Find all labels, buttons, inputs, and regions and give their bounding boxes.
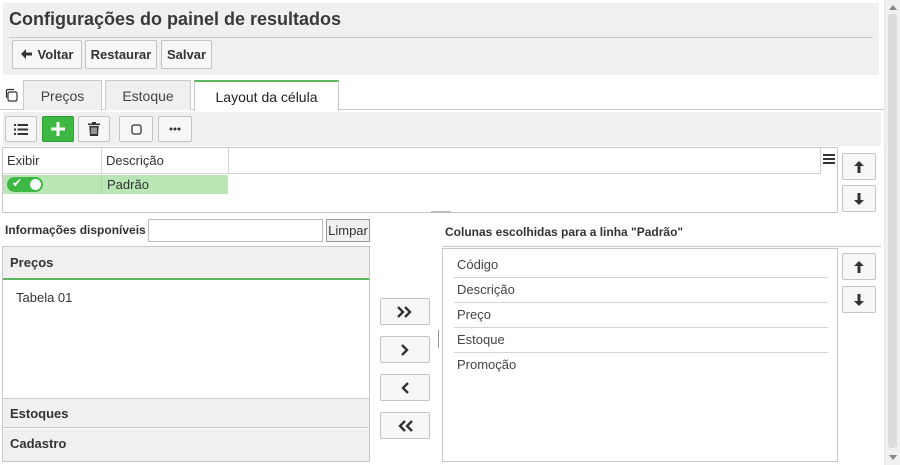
list-icon xyxy=(14,123,28,135)
filter-input[interactable] xyxy=(148,219,323,242)
arrow-down-icon xyxy=(854,293,864,306)
more-button[interactable] xyxy=(158,116,192,142)
copy-icon[interactable] xyxy=(4,88,18,102)
header-divider xyxy=(9,37,873,38)
column-move-up-button[interactable] xyxy=(842,253,876,280)
arrow-left-icon xyxy=(20,47,32,62)
scroll-down-arrow-icon[interactable] xyxy=(889,455,897,460)
row-description: Padrão xyxy=(107,177,149,192)
move-all-right-button[interactable] xyxy=(380,298,430,325)
tab-layout-celula[interactable]: Layout da célula xyxy=(194,80,339,111)
column-move-down-button[interactable] xyxy=(842,286,876,313)
section-header-cadastro[interactable]: Cadastro xyxy=(3,429,369,461)
chosen-columns-list: Código Descrição Preço Estoque Promoção xyxy=(442,248,838,462)
toggle-knob xyxy=(30,179,41,190)
list-item-tabela-01[interactable]: Tabela 01 xyxy=(16,290,72,305)
square-icon xyxy=(130,123,142,135)
clear-button[interactable]: Limpar xyxy=(326,219,370,242)
double-chevron-left-icon xyxy=(398,419,413,432)
page-scrollbar[interactable] xyxy=(884,0,900,465)
move-all-left-button[interactable] xyxy=(380,412,430,439)
double-chevron-right-icon xyxy=(397,305,412,318)
text-cursor-line xyxy=(438,330,439,348)
chevron-left-icon xyxy=(401,381,409,394)
list-item[interactable]: Estoque xyxy=(454,328,828,353)
chevron-right-icon xyxy=(401,343,409,356)
chosen-columns-label: Colunas escolhidas para a linha "Padrão" xyxy=(445,225,684,239)
column-header-descricao[interactable]: Descrição xyxy=(102,148,229,174)
duplicate-button[interactable] xyxy=(119,116,153,142)
back-button-label: Voltar xyxy=(37,47,74,62)
row-move-up-button[interactable] xyxy=(842,153,876,180)
section-header-estoques[interactable]: Estoques xyxy=(3,399,369,428)
grid-resize-handle[interactable] xyxy=(431,211,451,213)
arrow-down-icon xyxy=(854,192,864,205)
trash-icon xyxy=(88,122,100,136)
column-header-empty xyxy=(229,148,821,174)
back-button[interactable]: Voltar xyxy=(12,40,82,69)
save-button[interactable]: Salvar xyxy=(161,40,212,69)
page-title: Configurações do painel de resultados xyxy=(9,9,342,29)
section-header-precos[interactable]: Preços xyxy=(3,247,369,280)
column-header-exibir[interactable]: Exibir xyxy=(3,148,102,174)
tab-precos[interactable]: Preços xyxy=(23,80,102,110)
delete-button[interactable] xyxy=(78,116,110,142)
list-item[interactable]: Preço xyxy=(454,303,828,328)
list-item[interactable]: Código xyxy=(454,253,828,278)
more-icon xyxy=(169,127,181,131)
move-right-button[interactable] xyxy=(380,336,430,363)
list-item[interactable]: Promoção xyxy=(454,353,828,378)
row-move-down-button[interactable] xyxy=(842,185,876,212)
move-left-button[interactable] xyxy=(380,374,430,401)
row-column-separator xyxy=(101,175,102,194)
chosen-columns-divider xyxy=(442,246,881,247)
tab-estoque[interactable]: Estoque xyxy=(105,80,191,110)
scroll-up-arrow-icon[interactable] xyxy=(889,5,897,10)
arrow-up-icon xyxy=(854,260,864,273)
show-toggle[interactable]: ✔ xyxy=(7,176,43,192)
layout-grid: Exibir Descrição ✔ Padrão xyxy=(2,147,838,213)
restore-button[interactable]: Restaurar xyxy=(85,40,157,69)
list-button[interactable] xyxy=(5,116,37,142)
add-button[interactable] xyxy=(42,116,74,142)
available-info-label: Informações disponíveis xyxy=(5,223,146,237)
column-menu-icon[interactable] xyxy=(823,154,835,164)
list-item[interactable]: Descrição xyxy=(454,278,828,303)
check-icon: ✔ xyxy=(12,176,23,190)
scrollbar-thumb[interactable] xyxy=(888,14,897,448)
arrow-up-icon xyxy=(854,160,864,173)
plus-icon xyxy=(51,122,65,136)
